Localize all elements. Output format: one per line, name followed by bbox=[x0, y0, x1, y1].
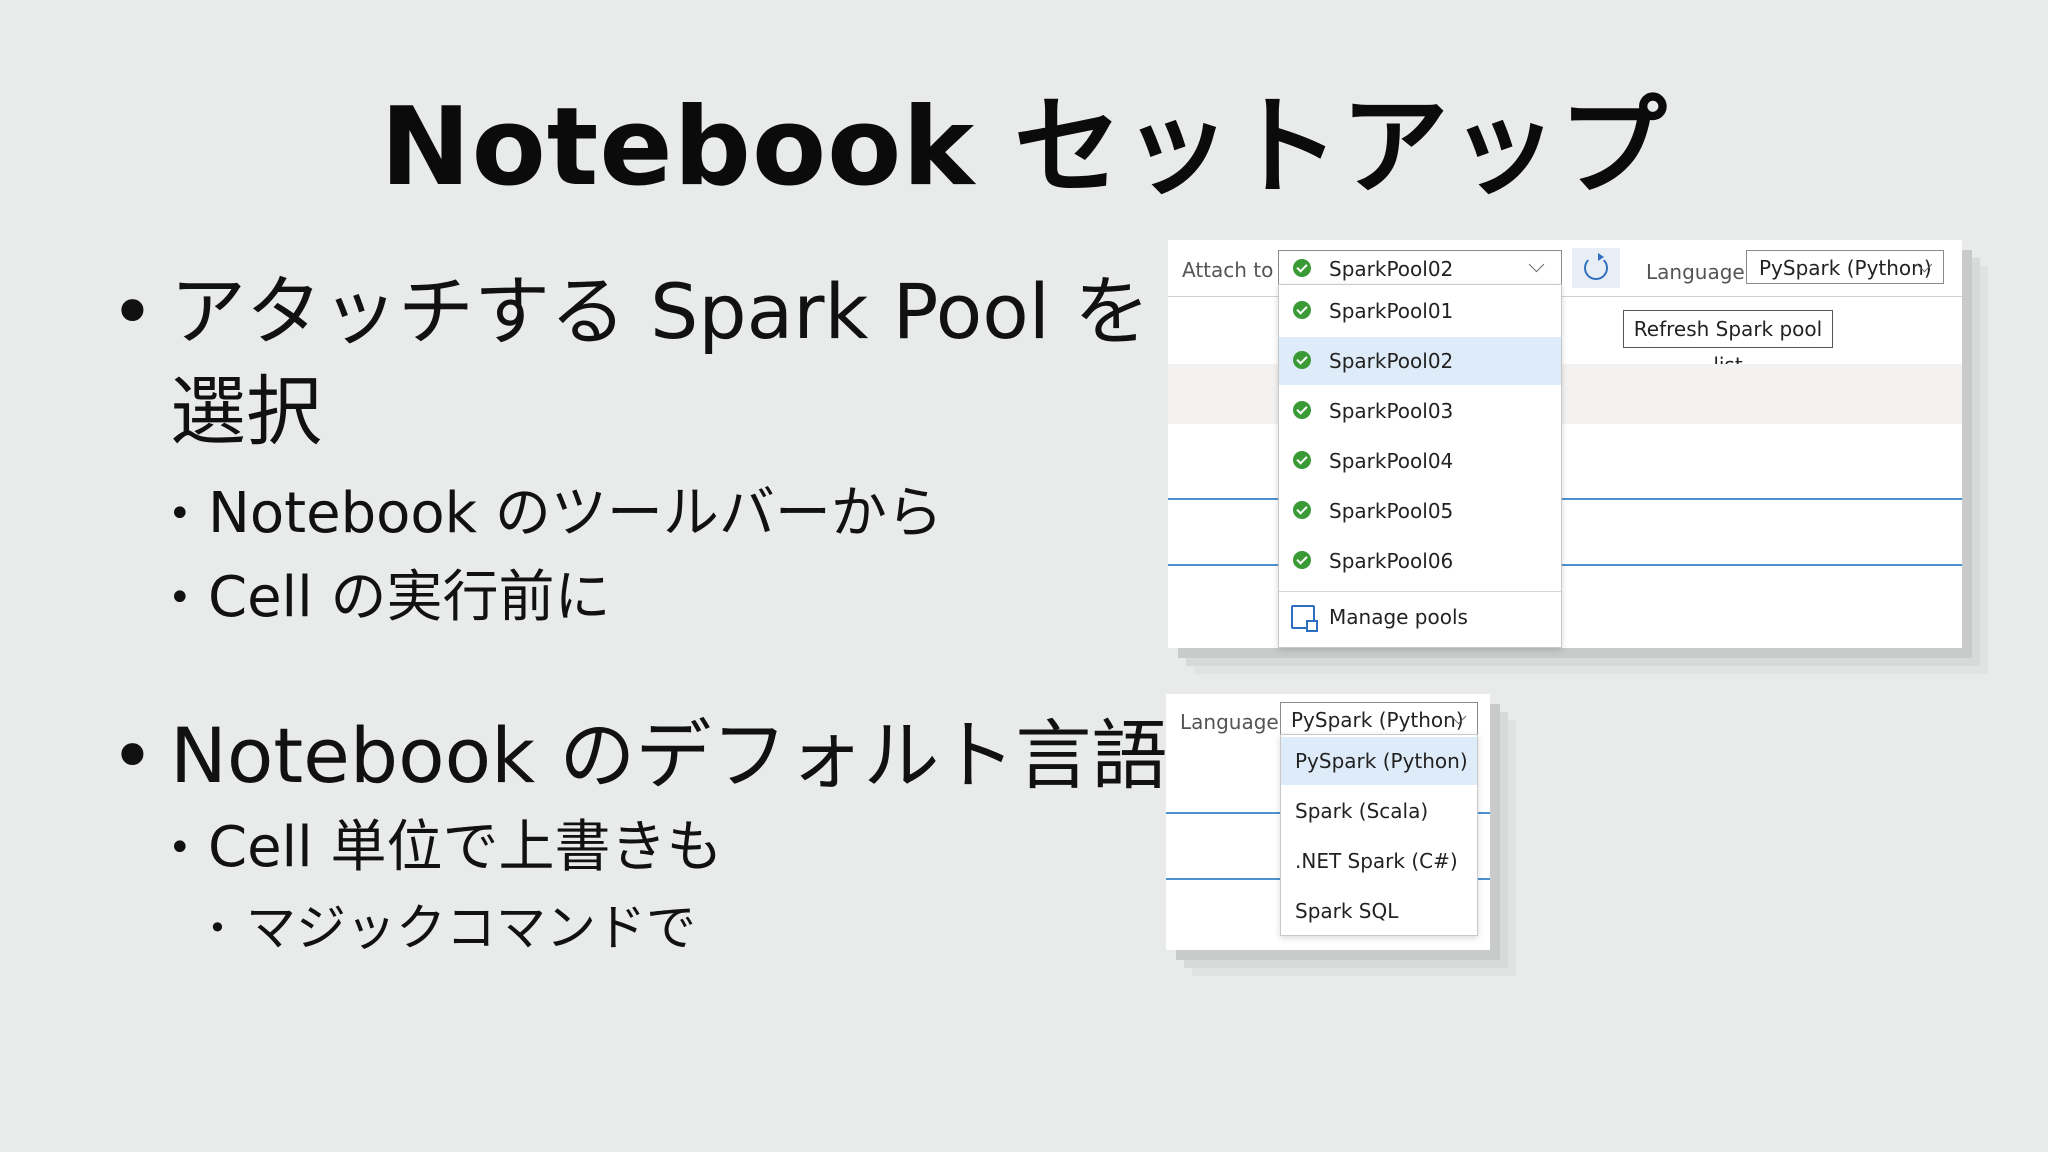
check-icon bbox=[1293, 401, 1311, 419]
pool-option-label: SparkPool01 bbox=[1329, 299, 1454, 323]
language-dropdown: PySpark (Python) Spark (Scala) .NET Spar… bbox=[1280, 734, 1478, 936]
check-icon bbox=[1293, 551, 1311, 569]
manage-pools-icon bbox=[1291, 605, 1318, 632]
bullet-override-per-cell: Cell 単位で上書きも bbox=[110, 806, 1210, 890]
language-option-selected[interactable]: PySpark (Python) bbox=[1281, 737, 1477, 785]
pool-option[interactable]: SparkPool03 bbox=[1279, 387, 1561, 435]
pool-option-label: SparkPool06 bbox=[1329, 549, 1454, 573]
check-icon bbox=[1293, 301, 1311, 319]
pool-option-label: SparkPool02 bbox=[1329, 349, 1454, 373]
selected-pool-value: SparkPool02 bbox=[1329, 257, 1454, 281]
language-option-label: Spark SQL bbox=[1295, 899, 1399, 923]
language-option[interactable]: Spark (Scala) bbox=[1281, 787, 1477, 835]
pool-option[interactable]: SparkPool04 bbox=[1279, 437, 1561, 485]
bullet-list: アタッチする Spark Pool を選択 Notebook のツールバーから … bbox=[110, 262, 1210, 966]
spark-pool-dropdown: SparkPool01 SparkPool02 SparkPool03 Spar… bbox=[1278, 284, 1562, 648]
pool-option[interactable]: SparkPool05 bbox=[1279, 487, 1561, 535]
pool-option[interactable]: SparkPool01 bbox=[1279, 287, 1561, 335]
manage-pools-label: Manage pools bbox=[1329, 605, 1468, 629]
spark-pool-screenshot: Attach to SparkPool02 Language PySpark (… bbox=[1168, 240, 1962, 648]
pool-option-label: SparkPool04 bbox=[1329, 449, 1454, 473]
language-select[interactable]: PySpark (Python) bbox=[1280, 702, 1478, 736]
language-label: Language bbox=[1180, 710, 1279, 734]
language-option[interactable]: Spark SQL bbox=[1281, 887, 1477, 935]
refresh-icon bbox=[1584, 253, 1608, 280]
pool-option-label: SparkPool05 bbox=[1329, 499, 1454, 523]
bullet-from-notebook-toolbar: Notebook のツールバーから bbox=[110, 472, 1210, 556]
bullet-magic-command: マジックコマンドで bbox=[110, 890, 1210, 966]
language-option-label: PySpark (Python) bbox=[1295, 749, 1468, 773]
bullet-select-spark-pool: アタッチする Spark Pool を選択 bbox=[110, 262, 1210, 462]
pool-option[interactable]: SparkPool06 bbox=[1279, 537, 1561, 585]
bullet-before-cell-run: Cell の実行前に bbox=[110, 556, 1210, 640]
language-screenshot: Language PySpark (Python) PySpark (Pytho… bbox=[1166, 694, 1490, 950]
pool-option-label: SparkPool03 bbox=[1329, 399, 1454, 423]
attach-to-select[interactable]: SparkPool02 bbox=[1278, 250, 1562, 286]
attach-to-label: Attach to bbox=[1182, 258, 1274, 282]
refresh-pools-button[interactable] bbox=[1572, 248, 1620, 288]
bullet-default-language: Notebook のデフォルト言語 bbox=[110, 706, 1210, 806]
check-icon bbox=[1293, 451, 1311, 469]
language-option[interactable]: .NET Spark (C#) bbox=[1281, 837, 1477, 885]
chevron-down-icon bbox=[1528, 256, 1545, 273]
slide-title: Notebook セットアップ bbox=[380, 85, 1668, 210]
refresh-tooltip: Refresh Spark pool list bbox=[1623, 310, 1833, 377]
language-label: Language bbox=[1646, 260, 1745, 284]
language-option-label: .NET Spark (C#) bbox=[1295, 849, 1458, 873]
language-select-value: PySpark (Python) bbox=[1759, 256, 1932, 280]
language-option-label: Spark (Scala) bbox=[1295, 799, 1429, 823]
pool-option-selected[interactable]: SparkPool02 bbox=[1279, 337, 1561, 385]
dropdown-separator bbox=[1279, 591, 1561, 592]
language-select-value: PySpark (Python) bbox=[1291, 708, 1464, 732]
check-icon bbox=[1293, 501, 1311, 519]
language-select[interactable]: PySpark (Python) bbox=[1746, 250, 1944, 284]
check-icon bbox=[1293, 259, 1311, 277]
check-icon bbox=[1293, 351, 1311, 369]
manage-pools-item[interactable]: Manage pools bbox=[1279, 593, 1561, 641]
